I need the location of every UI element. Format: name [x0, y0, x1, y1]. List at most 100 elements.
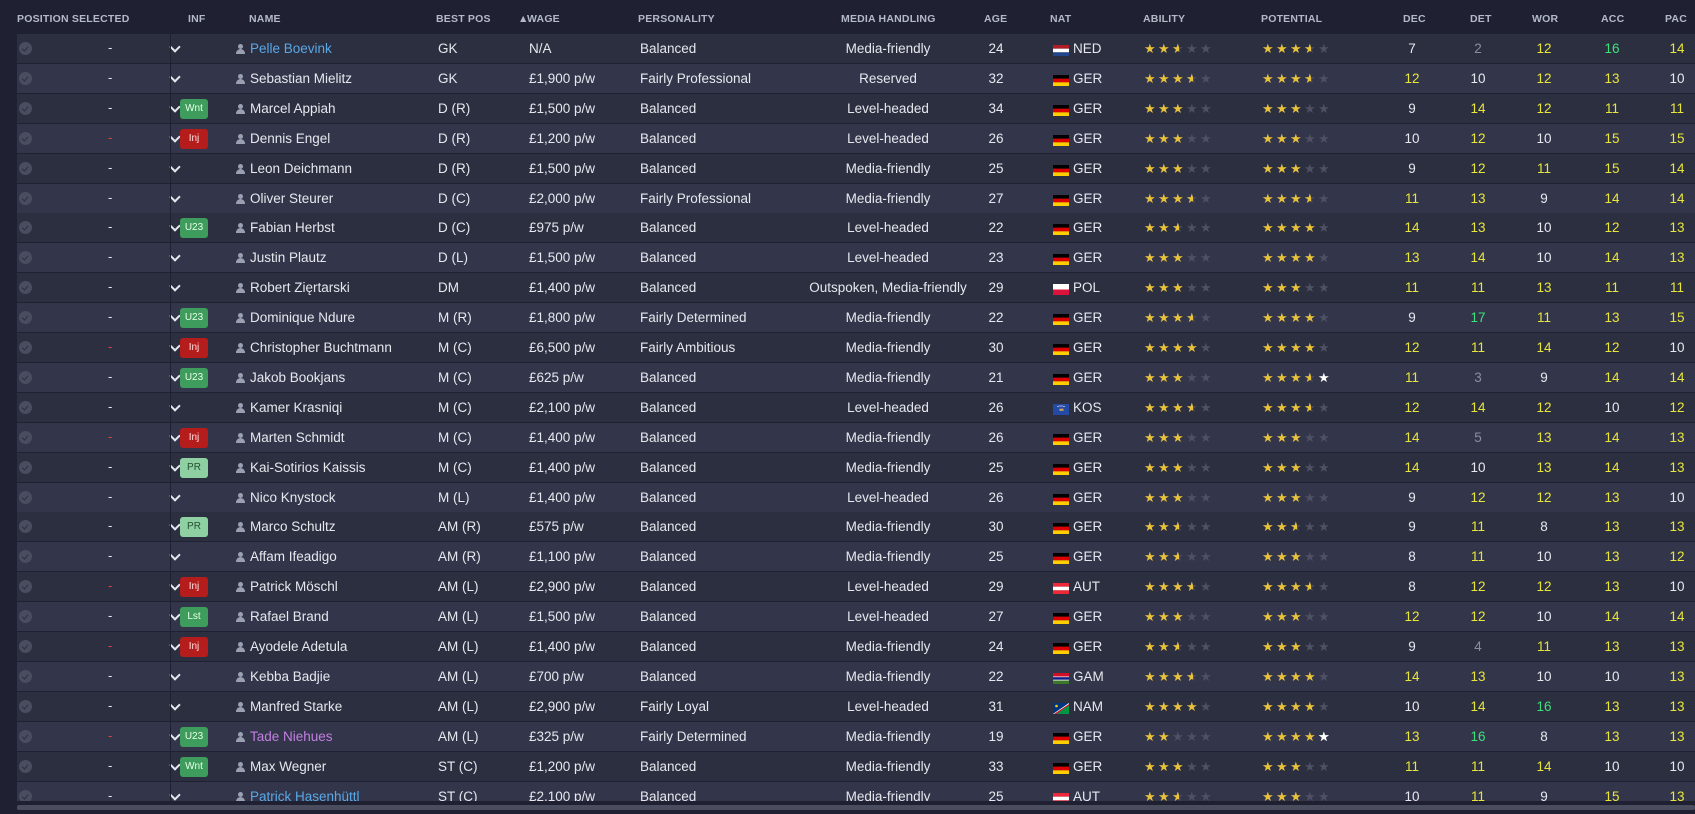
select-row-checkbox[interactable]: [19, 42, 32, 55]
inf-badge[interactable]: Inj: [180, 427, 208, 448]
position-selected-dropdown[interactable]: -: [42, 632, 186, 661]
inf-badge[interactable]: PR: [180, 517, 208, 538]
table-row[interactable]: - Pelle Boevink GK N/A Balanced Media-friendl…: [17, 34, 1695, 64]
position-selected-dropdown[interactable]: -: [42, 243, 186, 272]
player-name[interactable]: Kamer Krasniqi: [250, 393, 342, 423]
table-row[interactable]: - Kamer Krasniqi M (C) £2,100 p/w Balanced Le…: [17, 392, 1695, 423]
table-row[interactable]: - U23 Dominique Ndure M (R) £1,800 p/w Fairly…: [17, 303, 1695, 334]
table-row[interactable]: - Inj Christopher Buchtmann M (C) £6,500 p/w…: [17, 333, 1695, 363]
position-selected-dropdown[interactable]: -: [42, 64, 186, 93]
col-media-handling[interactable]: MEDIA HANDLING: [841, 13, 936, 25]
player-name[interactable]: Max Wegner: [250, 752, 326, 782]
player-name[interactable]: Kebba Badjie: [250, 662, 330, 692]
table-row[interactable]: - Inj Patrick Möschl AM (L) £2,900 p/w Balanc…: [17, 572, 1695, 603]
col-ability[interactable]: ABILITY: [1143, 13, 1185, 25]
col-nat[interactable]: NAT: [1050, 13, 1071, 25]
position-selected-dropdown[interactable]: -: [42, 363, 186, 392]
position-selected-dropdown[interactable]: -: [42, 423, 186, 452]
col-wage[interactable]: WAGE: [527, 13, 560, 25]
select-row-checkbox[interactable]: [19, 430, 32, 444]
select-row-checkbox[interactable]: [19, 101, 32, 115]
player-name[interactable]: Justin Plautz: [250, 243, 327, 273]
col-dec[interactable]: DEC: [1403, 13, 1426, 25]
select-row-checkbox[interactable]: [19, 550, 32, 564]
position-selected-dropdown[interactable]: -: [42, 483, 186, 512]
player-name[interactable]: Kai-Sotirios Kaissis: [250, 453, 366, 483]
table-row[interactable]: - Robert Zięrtarski DM £1,400 p/w Balanced Ou…: [17, 273, 1695, 304]
inf-badge[interactable]: U23: [180, 308, 208, 329]
position-selected-dropdown[interactable]: -: [42, 572, 186, 601]
player-name[interactable]: Tade Niehues: [250, 722, 333, 752]
table-row[interactable]: - Kebba Badjie AM (L) £700 p/w Balanced Media…: [17, 661, 1695, 692]
table-row[interactable]: - U23 Tade Niehues AM (L) £325 p/w Fairly Det…: [17, 721, 1695, 752]
position-selected-dropdown[interactable]: -: [42, 752, 186, 781]
player-name[interactable]: Fabian Herbst: [250, 213, 335, 243]
position-selected-dropdown[interactable]: -: [42, 184, 186, 213]
inf-badge[interactable]: U23: [180, 218, 208, 239]
select-row-checkbox[interactable]: [19, 610, 32, 624]
inf-badge[interactable]: U23: [180, 367, 208, 388]
player-name[interactable]: Manfred Starke: [250, 692, 342, 722]
table-row[interactable]: - Inj Dennis Engel D (R) £1,200 p/w Balanced L…: [17, 123, 1695, 154]
position-selected-dropdown[interactable]: -: [42, 333, 186, 362]
table-row[interactable]: - Sebastian Mielitz GK £1,900 p/w Fairly Pro…: [17, 63, 1695, 94]
col-det[interactable]: DET: [1470, 13, 1492, 25]
col-potential[interactable]: POTENTIAL: [1261, 13, 1322, 25]
table-row[interactable]: - Lst Rafael Brand AM (L) £1,500 p/w Balanced…: [17, 602, 1695, 633]
select-row-checkbox[interactable]: [19, 520, 32, 534]
select-row-checkbox[interactable]: [19, 341, 32, 354]
position-selected-dropdown[interactable]: -: [42, 124, 186, 153]
table-row[interactable]: - U23 Fabian Herbst D (C) £975 p/w Balanced Le…: [17, 213, 1695, 244]
position-selected-dropdown[interactable]: -: [42, 662, 186, 691]
col-position-selected[interactable]: POSITION SELECTED: [17, 13, 130, 25]
select-row-checkbox[interactable]: [19, 71, 32, 85]
select-row-checkbox[interactable]: [19, 131, 32, 145]
select-row-checkbox[interactable]: [19, 640, 32, 653]
player-name[interactable]: Rafael Brand: [250, 602, 329, 632]
position-selected-dropdown[interactable]: -: [42, 692, 186, 721]
inf-badge[interactable]: U23: [180, 726, 208, 747]
player-name[interactable]: Affam Ifeadigo: [250, 542, 337, 572]
select-row-checkbox[interactable]: [19, 191, 32, 205]
inf-badge[interactable]: Inj: [180, 577, 208, 598]
col-name[interactable]: NAME: [249, 13, 281, 25]
select-row-checkbox[interactable]: [19, 281, 32, 295]
inf-badge[interactable]: Wnt: [180, 98, 208, 119]
player-name[interactable]: Nico Knystock: [250, 483, 336, 513]
table-row[interactable]: - Inj Marten Schmidt M (C) £1,400 p/w Balance…: [17, 422, 1695, 453]
position-selected-dropdown[interactable]: -: [42, 512, 186, 541]
horizontal-scrollbar[interactable]: [17, 805, 1695, 810]
table-row[interactable]: - Oliver Steurer D (C) £2,000 p/w Fairly Pro…: [17, 183, 1695, 214]
position-selected-dropdown[interactable]: -: [42, 542, 186, 571]
select-row-checkbox[interactable]: [19, 370, 32, 384]
col-acc[interactable]: ACC: [1601, 13, 1624, 25]
position-selected-dropdown[interactable]: -: [42, 602, 186, 631]
table-row[interactable]: - Nico Knystock M (L) £1,400 p/w Balanced Lev…: [17, 482, 1695, 513]
select-row-checkbox[interactable]: [19, 759, 32, 773]
inf-badge[interactable]: PR: [180, 457, 208, 478]
player-name[interactable]: Dennis Engel: [250, 124, 330, 154]
inf-badge[interactable]: Inj: [180, 128, 208, 149]
col-inf[interactable]: INF: [188, 13, 206, 25]
player-name[interactable]: Patrick Möschl: [250, 572, 338, 602]
position-selected-dropdown[interactable]: -: [42, 303, 186, 332]
col-age[interactable]: AGE: [984, 13, 1007, 25]
select-row-checkbox[interactable]: [19, 729, 32, 743]
table-row[interactable]: - Inj Ayodele Adetula AM (L) £1,400 p/w Balan…: [17, 632, 1695, 662]
player-name[interactable]: Dominique Ndure: [250, 303, 355, 333]
table-row[interactable]: - PR Marco Schultz AM (R) £575 p/w Balanced Me…: [17, 512, 1695, 543]
col-personality[interactable]: PERSONALITY: [638, 13, 715, 25]
col-pac[interactable]: PAC: [1665, 13, 1687, 25]
position-selected-dropdown[interactable]: -: [42, 154, 186, 183]
table-row[interactable]: - Wnt Marcel Appiah D (R) £1,500 p/w Balanced…: [17, 93, 1695, 124]
table-row[interactable]: - Wnt Max Wegner ST (C) £1,200 p/w Balanced Me…: [17, 751, 1695, 782]
select-row-checkbox[interactable]: [19, 400, 32, 414]
position-selected-dropdown[interactable]: -: [42, 393, 186, 422]
select-row-checkbox[interactable]: [19, 460, 32, 474]
table-row[interactable]: - Justin Plautz D (L) £1,500 p/w Balanced Lev…: [17, 243, 1695, 274]
select-row-checkbox[interactable]: [19, 699, 32, 713]
position-selected-dropdown[interactable]: -: [42, 94, 186, 123]
select-row-checkbox[interactable]: [19, 490, 32, 504]
player-name[interactable]: Ayodele Adetula: [250, 632, 347, 662]
inf-badge[interactable]: Lst: [180, 607, 208, 628]
